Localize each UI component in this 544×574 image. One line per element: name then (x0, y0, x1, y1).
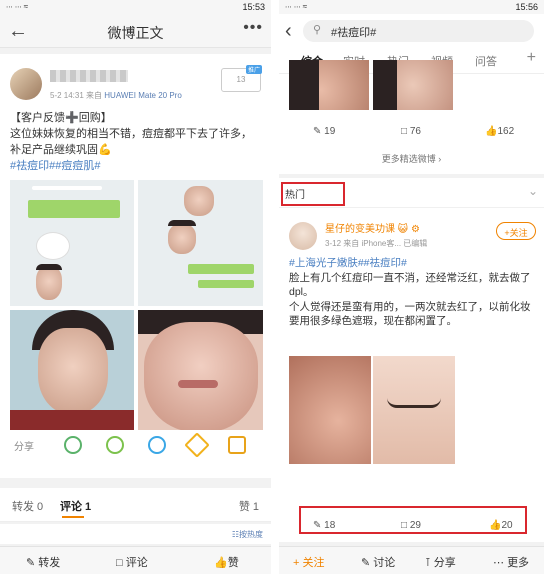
discuss-button[interactable]: ✎ 讨论 (361, 554, 395, 570)
avatar[interactable] (289, 222, 317, 250)
comment-value: 76 (409, 126, 421, 137)
tab-comment[interactable]: 评论 1 (60, 498, 91, 514)
bottom-action-bar: + 关注 ✎ 讨论 ⊺ 分享 ⋯ 更多 (279, 546, 544, 574)
like-button[interactable]: 👍赞 (214, 554, 239, 570)
highlight-box (299, 506, 527, 534)
like-value: 162 (497, 126, 515, 137)
blurred-username[interactable] (50, 70, 128, 82)
author-name-text: 星仔的变美功课 (325, 224, 395, 235)
post-text-line: 【客户反馈➕回购】 (10, 112, 112, 124)
search-query: #祛痘印# (331, 27, 377, 39)
follow-button[interactable]: +关注 (496, 222, 536, 240)
post-from: 来自 iPhone客... (343, 239, 402, 248)
post-edited: 已编辑 (403, 239, 428, 248)
qq-icon[interactable] (148, 436, 166, 454)
tab-repost[interactable]: 转发 0 (12, 498, 43, 514)
more-posts-link[interactable]: 更多精选微博 › (279, 152, 544, 165)
page-title: 微博正文 (107, 25, 164, 41)
post-from: 来自 (86, 91, 103, 100)
face-photo[interactable] (10, 310, 134, 430)
status-time: 15:53 (242, 2, 265, 12)
chat-screenshot-image[interactable] (10, 180, 134, 306)
more-button[interactable]: ⋯ 更多 (493, 554, 529, 570)
left-screen: ∙∙∙ ∙∙∙ ≈ 15:53 ← 微博正文 ••• 5-2 14:31 来自 … (0, 0, 271, 574)
follow-count-button[interactable]: 推广 13 (221, 65, 262, 92)
search-bar: ‹ ⚲ #祛痘印# (279, 14, 544, 48)
like-count[interactable]: 👍162 (485, 126, 514, 137)
post-meta: 3-12 来自 iPhone客... 已编辑 (325, 238, 427, 249)
search-input[interactable]: ⚲ #祛痘印# (303, 20, 534, 42)
sort-row: ☷按热度 (0, 524, 271, 544)
post-text-line: 个人觉得还是蛮有用的，一两次就去红了，以前化妆要用很多绿色遮瑕，现在都闲置了。 (289, 300, 531, 328)
post-text-line: 这位妹妹恢复的相当不错，痘痘都平下去了许多， (10, 128, 252, 140)
add-tab-icon[interactable]: + (527, 49, 536, 67)
post-date: 3-12 (325, 239, 342, 248)
repost-button[interactable]: ✎ 转发 (26, 554, 60, 570)
repost-count[interactable]: ✎ 19 (313, 126, 335, 137)
post-hashtags[interactable]: #上海光子嫩肤##祛痘印# (289, 256, 536, 271)
tab-like[interactable]: 赞 1 (239, 498, 259, 514)
comment-count[interactable]: □ 76 (401, 126, 421, 137)
post-time: 5-2 14:31 (50, 91, 84, 100)
follow-topic-button[interactable]: + 关注 (293, 554, 324, 570)
comment-label: 评论 (125, 557, 148, 569)
highlight-box (281, 182, 345, 206)
post-device: HUAWEI Mate 20 Pro (104, 91, 182, 100)
moments-icon[interactable] (106, 436, 124, 454)
face-photo[interactable] (373, 60, 453, 110)
tab-qa[interactable]: 问答 (475, 53, 497, 69)
share-label: 分享 (433, 557, 456, 569)
signal-icon: ∙∙∙ ∙∙∙ ≈ (6, 2, 29, 11)
follow-count: 13 (236, 75, 246, 84)
face-closeup-photo[interactable] (138, 310, 263, 430)
chevron-down-icon[interactable]: ⌄ (528, 184, 538, 198)
right-screen: ∙∙∙ ∙∙∙ ≈ 15:56 ‹ ⚲ #祛痘印# 综合 实时 热门 视频 问答… (279, 0, 544, 574)
status-time: 15:56 (515, 2, 538, 12)
repost-value: 19 (324, 126, 336, 137)
search-icon: ⚲ (313, 24, 322, 36)
author-name[interactable]: 星仔的变美功课 😺 ⚙ (325, 220, 420, 235)
like-label: 赞 (227, 557, 239, 569)
chat-screenshot-image[interactable] (138, 180, 263, 306)
badge-icons: 😺 ⚙ (397, 224, 420, 235)
promo-tag: 推广 (245, 65, 262, 74)
wechat-icon[interactable] (64, 436, 82, 454)
hot-post-card: 星仔的变美功课 😺 ⚙ 3-12 来自 iPhone客... 已编辑 +关注 #… (279, 208, 544, 542)
face-photo[interactable] (289, 60, 369, 110)
share-button[interactable]: ⊺ 分享 (425, 554, 456, 570)
share-label: 分享 (14, 442, 34, 453)
post-text: #上海光子嫩肤##祛痘印# 脸上有几个红痘印一直不消，还经常泛红，就去做了dpl… (289, 256, 536, 329)
post-text-line: 脸上有几个红痘印一直不消，还经常泛红，就去做了dpl。 (289, 271, 531, 299)
post-hashtags[interactable]: #祛痘印##痘痘肌# (10, 158, 263, 174)
back-arrow-icon[interactable]: ‹ (285, 20, 292, 43)
bottom-action-bar: ✎ 转发 □ 评论 👍赞 (0, 546, 271, 574)
discuss-label: 讨论 (373, 557, 396, 569)
comment-button[interactable]: □ 评论 (116, 554, 148, 570)
post-text: 【客户反馈➕回购】 这位妹妹恢复的相当不错，痘痘都平下去了许多， 补足产品继续巩… (10, 110, 263, 174)
eye-closeup-photo[interactable] (373, 356, 455, 464)
status-bar: ∙∙∙ ∙∙∙ ≈ 15:56 (279, 0, 544, 14)
comment-tabs: 转发 0 评论 1 赞 1 (0, 488, 271, 522)
post-text-line: 补足产品继续巩固💪 (10, 144, 112, 156)
repost-label: 转发 (38, 557, 61, 569)
post-meta: 5-2 14:31 来自 HUAWEI Mate 20 Pro (50, 90, 182, 101)
more-options-icon[interactable]: ••• (243, 19, 263, 37)
more-label: 更多 (507, 557, 530, 569)
tab-underline (62, 516, 84, 518)
signal-icon: ∙∙∙ ∙∙∙ ≈ (285, 2, 308, 11)
status-bar: ∙∙∙ ∙∙∙ ≈ 15:53 (0, 0, 271, 14)
sort-by-hot-button[interactable]: ☷按热度 (232, 529, 263, 540)
panel-divider (271, 0, 279, 574)
nav-bar: ← 微博正文 ••• (0, 14, 271, 48)
save-image-icon[interactable] (228, 436, 246, 454)
post-card: 5-2 14:31 来自 HUAWEI Mate 20 Pro 推广 13 【客… (0, 54, 271, 478)
avatar[interactable] (10, 68, 42, 100)
skin-closeup-photo[interactable] (289, 356, 371, 464)
